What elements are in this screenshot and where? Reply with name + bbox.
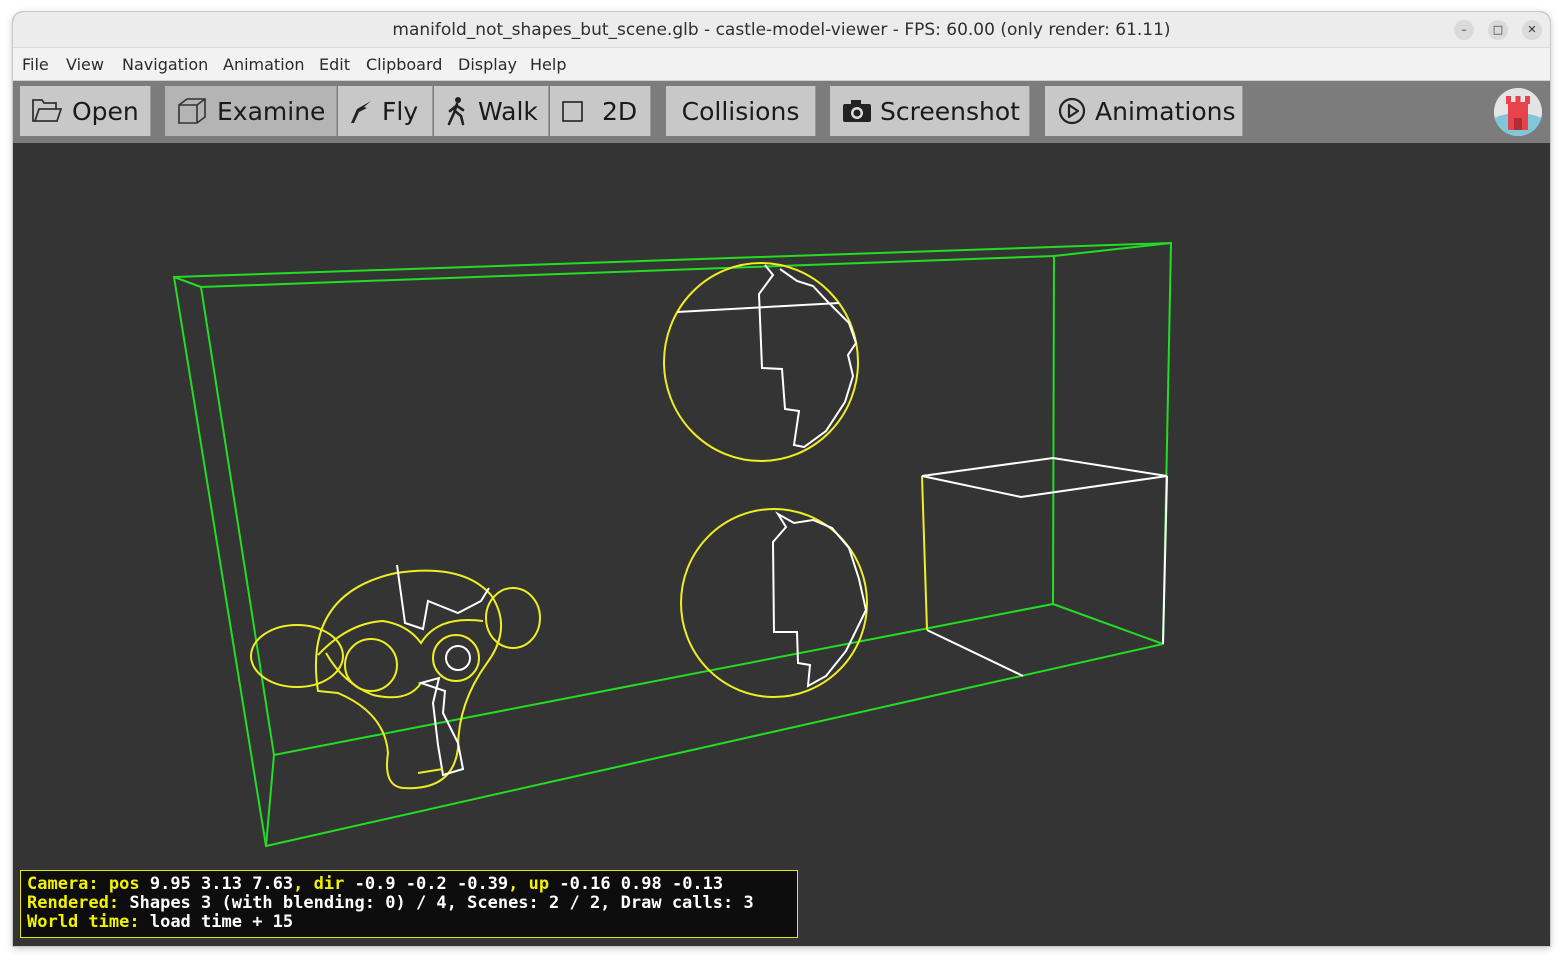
menu-help[interactable]: Help	[530, 55, 566, 74]
world-time-key: World time:	[27, 912, 140, 932]
menu-navigation[interactable]: Navigation	[122, 55, 208, 74]
collisions-button[interactable]: Collisions	[666, 86, 816, 136]
status-overlay: Camera: pos 9.95 3.13 7.63, dir -0.9 -0.…	[20, 870, 798, 938]
camera-icon	[840, 94, 874, 128]
2d-label: 2D	[602, 96, 638, 126]
examine-button[interactable]: Examine	[165, 86, 337, 136]
menu-clipboard[interactable]: Clipboard	[366, 55, 442, 74]
dir-value: -0.9 -0.2 -0.39	[354, 874, 509, 894]
lower-sphere	[680, 508, 868, 698]
animations-label: Animations	[1095, 96, 1236, 126]
fly-icon	[344, 94, 378, 128]
wire-box	[921, 456, 1168, 677]
pos-value: 9.95 3.13 7.63	[149, 874, 294, 894]
open-label: Open	[72, 96, 139, 126]
title-bar[interactable]: manifold_not_shapes_but_scene.glb - cast…	[13, 12, 1550, 48]
pos-key: pos	[108, 874, 140, 894]
castle-logo-icon	[1494, 88, 1542, 136]
play-circle-icon	[1055, 94, 1089, 128]
app-window: manifold_not_shapes_but_scene.glb - cast…	[13, 12, 1550, 946]
fly-label: Fly	[382, 96, 419, 126]
screenshot-button[interactable]: Screenshot	[830, 86, 1030, 136]
folder-open-icon	[30, 94, 64, 128]
animations-button[interactable]: Animations	[1045, 86, 1243, 136]
menu-bar: File View Navigation Animation Edit Clip…	[13, 48, 1550, 81]
upper-sphere	[663, 262, 859, 462]
monkey-head	[250, 564, 541, 790]
close-button[interactable]: ✕	[1522, 20, 1542, 40]
walk-icon	[440, 94, 474, 128]
walk-button[interactable]: Walk	[434, 86, 549, 136]
screenshot-label: Screenshot	[880, 96, 1020, 126]
rendered-key: Rendered:	[27, 893, 120, 913]
rendered-value: Shapes 3 (with blending: 0) / 4, Scenes:…	[129, 893, 754, 913]
2d-button[interactable]: 2D	[550, 86, 651, 136]
menu-edit[interactable]: Edit	[319, 55, 350, 74]
maximize-button[interactable]: □	[1488, 20, 1508, 40]
examine-label: Examine	[217, 96, 326, 126]
menu-view[interactable]: View	[66, 55, 104, 74]
menu-animation[interactable]: Animation	[223, 55, 305, 74]
camera-key: Camera:	[27, 874, 99, 894]
fly-button[interactable]: Fly	[338, 86, 433, 136]
dir-key: dir	[313, 874, 345, 894]
window-title: manifold_not_shapes_but_scene.glb - cast…	[392, 20, 1171, 40]
world-time-value: load time + 15	[149, 912, 294, 932]
cube-icon	[175, 94, 209, 128]
menu-file[interactable]: File	[22, 55, 49, 74]
minimize-button[interactable]: –	[1454, 20, 1474, 40]
collisions-label: Collisions	[681, 96, 800, 126]
square-icon	[556, 94, 590, 128]
menu-display[interactable]: Display	[458, 55, 517, 74]
3d-viewport[interactable]	[13, 143, 1550, 946]
up-value: -0.16 0.98 -0.13	[559, 874, 724, 894]
toolbar: Open Examine Fly Walk 2D Collisions Scre…	[13, 81, 1550, 143]
walk-label: Walk	[478, 96, 538, 126]
scene-render	[172, 241, 1173, 848]
open-button[interactable]: Open	[20, 86, 151, 136]
up-key: up	[528, 874, 550, 894]
scene-bounding-box	[172, 241, 1173, 848]
